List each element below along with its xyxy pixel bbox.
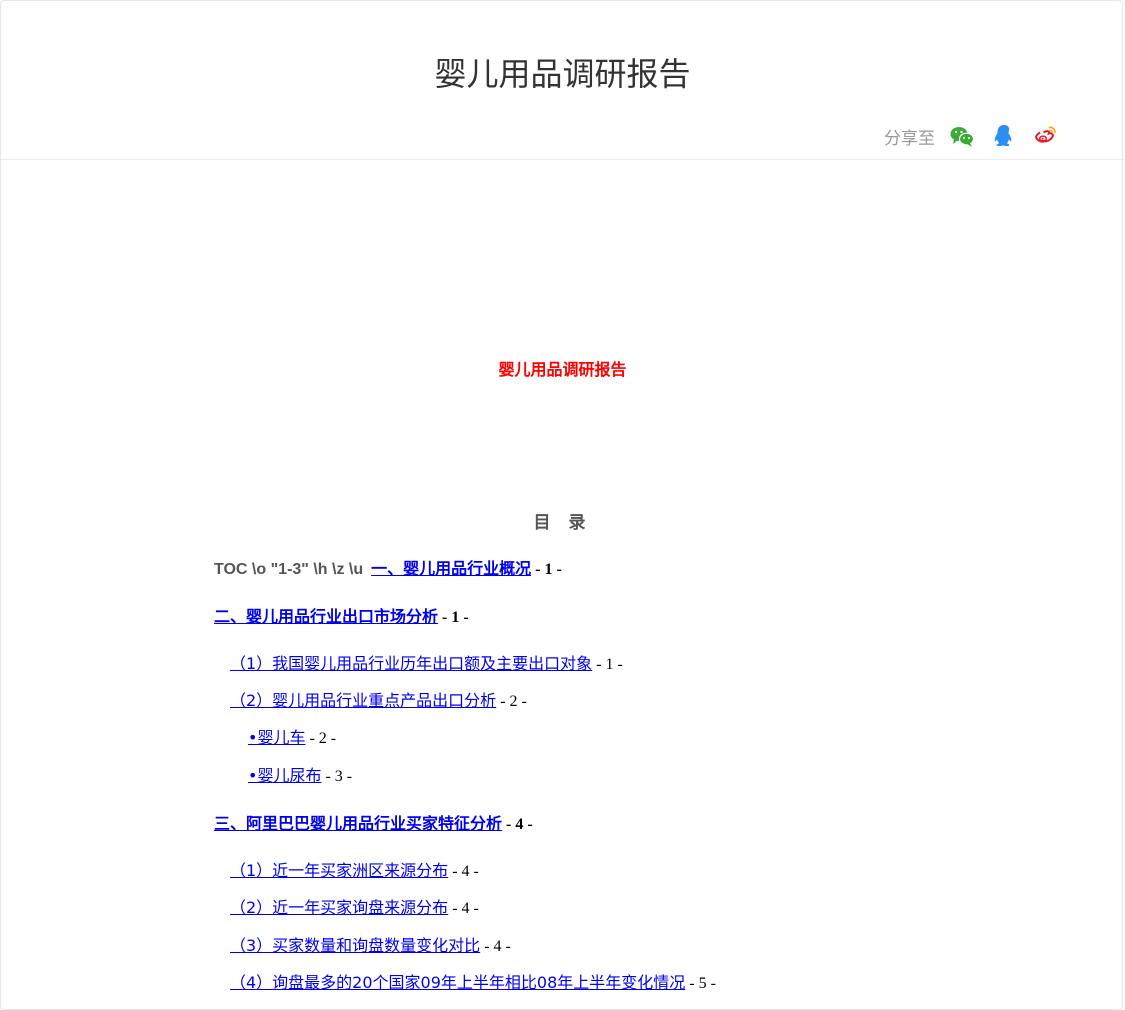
article-header: 婴儿用品调研报告 分享至 xyxy=(1,1,1124,160)
toc-entry: 三、阿里巴巴婴儿用品行业买家特征分析 - 4 - xyxy=(214,810,533,834)
toc-heading: 目 录 xyxy=(533,513,592,533)
toc-link-buyer-analysis[interactable]: 三、阿里巴巴婴儿用品行业买家特征分析 xyxy=(214,814,502,833)
toc-page-number: - 1 - xyxy=(592,656,623,673)
page-title: 婴儿用品调研报告 xyxy=(434,55,691,93)
toc-page-number: - 4 - xyxy=(502,816,533,833)
toc-link-export-history[interactable]: （1）我国婴儿用品行业历年出口额及主要出口对象 xyxy=(230,654,592,673)
toc-entry: （3）买家数量和询盘数量变化对比 - 4 - xyxy=(230,932,511,956)
document-title: 婴儿用品调研报告 xyxy=(498,360,627,379)
toc-entry: （1）近一年买家洲区来源分布 - 4 - xyxy=(230,857,479,881)
toc-page-number: - 4 - xyxy=(448,900,479,917)
toc-entry: （4）询盘最多的20个国家09年上半年相比08年上半年变化情况 - 5 - xyxy=(230,969,716,993)
toc-entry: （2）婴儿用品行业重点产品出口分析 - 2 - xyxy=(230,687,527,711)
qq-icon[interactable] xyxy=(991,123,1017,149)
toc-entry: （2）近一年买家询盘来源分布 - 4 - xyxy=(230,894,479,918)
toc-field-code: TOC \o "1-3" \h \z \u xyxy=(214,561,364,578)
share-label: 分享至 xyxy=(884,128,935,149)
toc-entry: •婴儿尿布 - 3 - xyxy=(248,762,352,786)
toc-link-diapers[interactable]: •婴儿尿布 xyxy=(248,766,321,785)
toc-link-stroller[interactable]: •婴儿车 xyxy=(248,728,305,747)
toc-page-number: - 3 - xyxy=(321,768,353,785)
toc-page-number: - 2 - xyxy=(305,730,337,747)
toc-page-number: - 1 - xyxy=(531,561,562,578)
toc-page-number: - 1 - xyxy=(438,609,469,626)
toc-link-key-products[interactable]: （2）婴儿用品行业重点产品出口分析 xyxy=(230,691,496,710)
wechat-icon[interactable] xyxy=(949,123,975,149)
toc-entry: •婴儿车 - 2 - xyxy=(248,724,336,748)
share-bar: 分享至 xyxy=(884,122,1059,150)
toc-entry: 二、婴儿用品行业出口市场分析 - 1 - xyxy=(214,603,469,627)
toc-entry: TOC \o "1-3" \h \z \u 一、婴儿用品行业概况 - 1 - xyxy=(214,555,562,579)
weibo-icon[interactable] xyxy=(1033,123,1059,149)
toc-page-number: - 4 - xyxy=(480,938,511,955)
toc-page-number: - 5 - xyxy=(685,975,716,992)
toc-page-number: - 2 - xyxy=(496,693,527,710)
toc-link-inquiry-source[interactable]: （2）近一年买家询盘来源分布 xyxy=(230,898,448,917)
toc-link-export-market[interactable]: 二、婴儿用品行业出口市场分析 xyxy=(214,607,438,626)
toc-entry: （1）我国婴儿用品行业历年出口额及主要出口对象 - 1 - xyxy=(230,650,623,674)
toc-link-buyer-inquiry-compare[interactable]: （3）买家数量和询盘数量变化对比 xyxy=(230,936,480,955)
toc-page-number: - 4 - xyxy=(448,863,479,880)
toc-link-industry-overview[interactable]: 一、婴儿用品行业概况 xyxy=(371,559,531,578)
toc-link-top20-countries[interactable]: （4）询盘最多的20个国家09年上半年相比08年上半年变化情况 xyxy=(230,973,685,992)
toc-link-buyer-region[interactable]: （1）近一年买家洲区来源分布 xyxy=(230,861,448,880)
